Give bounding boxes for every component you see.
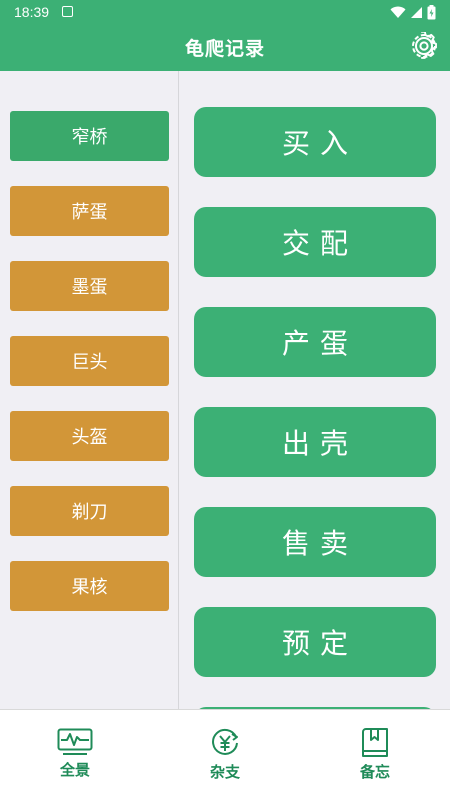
monitor-chart-icon: [57, 728, 93, 755]
buy-button[interactable]: 买入: [194, 107, 436, 177]
notification-icon: [62, 6, 73, 17]
signal-icon: [411, 6, 422, 18]
lay-eggs-button[interactable]: 产蛋: [194, 307, 436, 377]
action-list: 买入 交配 产蛋 出壳 售卖 预定: [180, 71, 450, 709]
bottom-nav: 全景 杂支 备忘: [0, 709, 450, 800]
hatch-button[interactable]: 出壳: [194, 407, 436, 477]
nav-label-memo: 备忘: [359, 763, 390, 781]
gear-icon[interactable]: [410, 32, 438, 60]
category-button-jutou[interactable]: 巨头: [10, 336, 169, 386]
battery-icon: [427, 4, 436, 19]
category-button-toukui[interactable]: 头盔: [10, 411, 169, 461]
category-button-sadan[interactable]: 萨蛋: [10, 186, 169, 236]
nav-label-misc-expenses: 杂支: [209, 763, 240, 781]
category-button-guohe[interactable]: 果核: [10, 561, 169, 611]
reserve-button[interactable]: 预定: [194, 607, 436, 677]
page-title: 龟爬记录: [184, 38, 265, 60]
notebook-icon: [362, 728, 388, 757]
category-button-zhaiqiao[interactable]: 窄桥: [10, 111, 169, 161]
nav-item-overview[interactable]: 全景: [35, 728, 115, 780]
nav-item-memo[interactable]: 备忘: [335, 728, 415, 782]
category-list: 窄桥 萨蛋 墨蛋 巨头 头盔 剃刀 果核: [0, 71, 179, 709]
app-header: 18:39 龟爬记录: [0, 0, 450, 71]
status-icons: [390, 4, 436, 20]
yen-coin-icon: [212, 728, 238, 755]
category-button-modan[interactable]: 墨蛋: [10, 261, 169, 311]
mating-button[interactable]: 交配: [194, 207, 436, 277]
nav-item-misc-expenses[interactable]: 杂支: [185, 728, 265, 782]
sell-button[interactable]: 售卖: [194, 507, 436, 577]
nav-label-overview: 全景: [59, 761, 90, 779]
wifi-icon: [390, 6, 406, 18]
status-bar: 18:39: [0, 0, 450, 24]
status-time: 18:39: [14, 4, 50, 20]
category-button-tidao[interactable]: 剃刀: [10, 486, 169, 536]
